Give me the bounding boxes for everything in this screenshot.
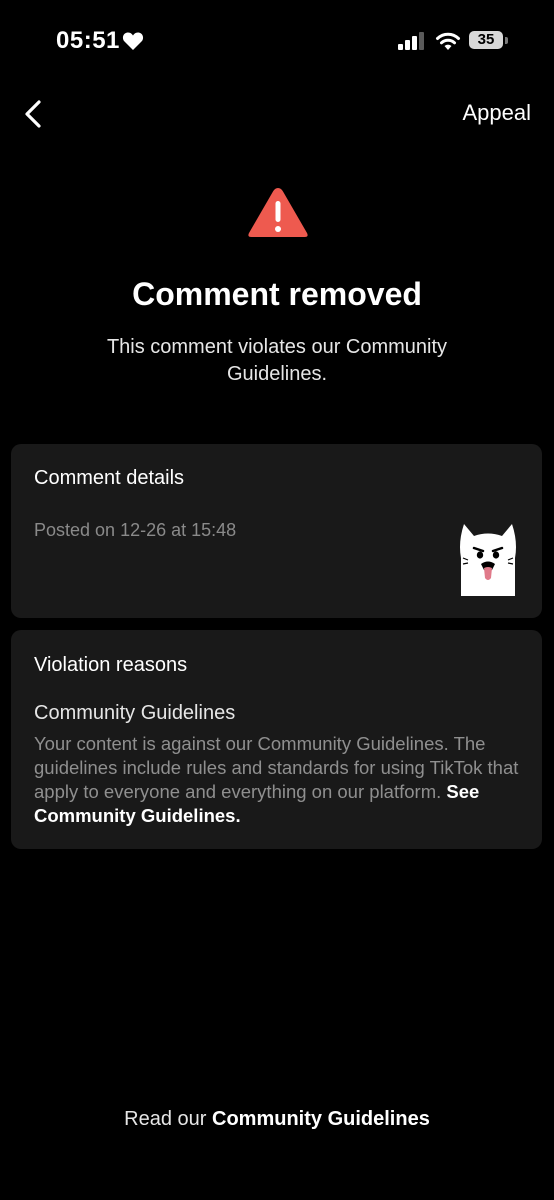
violation-reasons-card: Violation reasons Community Guidelines Y… — [11, 630, 542, 849]
page-title: Comment removed — [132, 276, 422, 312]
posted-timestamp: Posted on 12-26 at 15:48 — [34, 520, 237, 540]
heart-icon — [122, 32, 144, 50]
back-button[interactable] — [20, 98, 48, 130]
community-guidelines-link[interactable]: Community Guidelines — [212, 1108, 430, 1130]
wifi-icon — [436, 32, 460, 50]
reason-description: Your content is against our Community Gu… — [34, 732, 524, 828]
battery-tip — [505, 37, 508, 44]
status-time: 05:51 — [56, 27, 120, 54]
battery-level: 35 — [469, 31, 503, 49]
footer: Read our Community Guidelines — [0, 1108, 554, 1131]
warning-triangle-icon — [248, 188, 308, 237]
violation-reasons-heading: Violation reasons — [34, 654, 188, 676]
cat-sticker-icon[interactable] — [455, 518, 521, 596]
page-subtitle: This comment violates our Community Guid… — [106, 336, 448, 385]
appeal-button[interactable]: Appeal — [462, 100, 531, 126]
status-bar: 05:51 35 — [0, 0, 554, 84]
battery-icon: 35 — [469, 31, 509, 51]
signal-icon — [398, 32, 424, 50]
reason-title: Community Guidelines — [34, 702, 236, 724]
comment-details-heading: Comment details — [34, 467, 185, 489]
comment-details-card: Comment details Posted on 12-26 at 15:48 — [11, 444, 542, 618]
footer-prefix: Read our — [124, 1108, 213, 1130]
